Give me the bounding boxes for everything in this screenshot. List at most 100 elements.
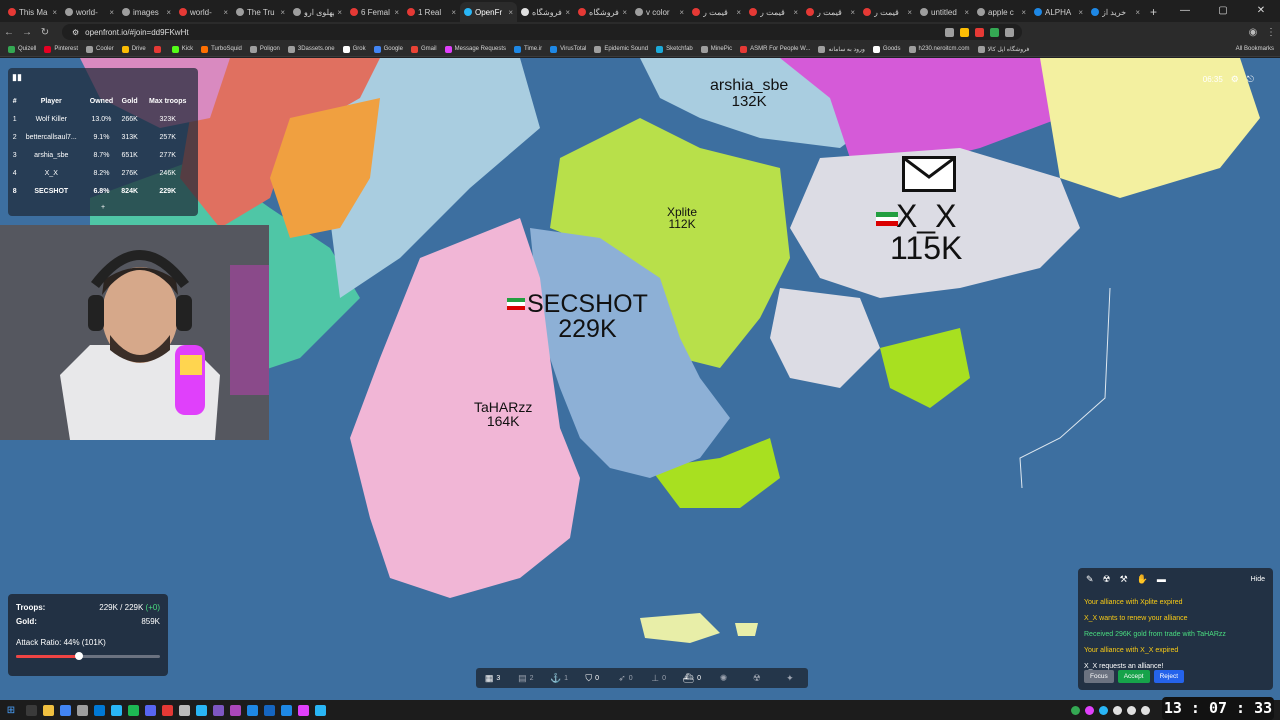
close-window-icon[interactable]: ✕ xyxy=(1242,0,1280,22)
tab-close-icon[interactable]: × xyxy=(166,8,171,17)
search-icon[interactable] xyxy=(26,704,37,716)
nuke-filter-icon[interactable]: ☢ xyxy=(1103,574,1111,585)
leaderboard-expand-button[interactable]: + xyxy=(8,204,198,211)
tab-close-icon[interactable]: × xyxy=(508,8,513,17)
browser-tab[interactable]: world- × xyxy=(61,2,118,22)
windows-start-icon[interactable]: ⊞ xyxy=(0,705,22,716)
leaderboard-row[interactable]: 4 X_X 8.2% 276K 246K xyxy=(12,164,194,182)
leaderboard-row[interactable]: 3 arshia_sbe 8.7% 651K 277K xyxy=(12,146,194,164)
reload-icon[interactable]: ↻ xyxy=(36,27,54,38)
tab-close-icon[interactable]: × xyxy=(223,8,228,17)
tray-icon[interactable] xyxy=(1071,705,1080,715)
tab-close-icon[interactable]: × xyxy=(565,8,570,17)
accept-button[interactable]: Accept xyxy=(1117,670,1150,683)
bookmark-item[interactable] xyxy=(150,45,168,53)
browser-tab[interactable]: فروشگاه × xyxy=(574,2,631,22)
build-button[interactable]: ▤ 2 xyxy=(509,673,542,684)
build-button[interactable]: ☢ xyxy=(742,673,775,684)
bookmark-item[interactable]: Quizell xyxy=(4,45,40,53)
browser-tab[interactable]: This Ma × xyxy=(4,2,61,22)
discord-icon[interactable] xyxy=(145,704,156,716)
tab-close-icon[interactable]: × xyxy=(337,8,342,17)
chrome-icon[interactable] xyxy=(60,704,71,716)
tab-close-icon[interactable]: × xyxy=(280,8,285,17)
tab-close-icon[interactable]: × xyxy=(850,8,855,17)
file-explorer-icon[interactable] xyxy=(43,704,54,716)
bookmark-item[interactable]: Kick xyxy=(168,45,197,53)
build-button[interactable]: ⊥ 0 xyxy=(642,673,675,684)
build-button[interactable]: ✺ xyxy=(708,673,741,684)
event-message[interactable]: Your alliance with X_X expired xyxy=(1084,643,1269,659)
maximize-icon[interactable]: ▢ xyxy=(1204,0,1242,22)
col-player[interactable]: Player xyxy=(17,92,85,110)
bookmark-item[interactable]: Pinterest xyxy=(40,45,82,53)
extension-icon[interactable] xyxy=(1005,27,1014,37)
spotify-icon[interactable] xyxy=(128,704,139,716)
bookmark-item[interactable]: MinePic xyxy=(697,45,736,53)
browser-tab[interactable]: خرید از × xyxy=(1087,2,1144,22)
bookmark-item[interactable]: Gmail xyxy=(407,45,441,53)
tab-close-icon[interactable]: × xyxy=(109,8,114,17)
tab-close-icon[interactable]: × xyxy=(907,8,912,17)
col-max-troops[interactable]: Max troops xyxy=(141,92,194,110)
exit-icon[interactable]: ⎋ xyxy=(1247,74,1254,85)
bookmark-item[interactable]: Drive xyxy=(118,45,150,53)
browser-tab[interactable]: قیمت ر × xyxy=(802,2,859,22)
back-icon[interactable]: ← xyxy=(0,27,18,38)
attack-ratio-slider[interactable] xyxy=(16,652,160,660)
event-message[interactable]: X_X wants to renew your alliance xyxy=(1084,611,1269,627)
tray-icon[interactable] xyxy=(1099,705,1108,715)
browser-tab[interactable]: 6 Femal × xyxy=(346,2,403,22)
browser-tab[interactable]: پهلوی ارو × xyxy=(289,2,346,22)
bookmark-item[interactable]: Message Requests xyxy=(441,45,510,53)
browser-tab[interactable]: untitled × xyxy=(916,2,973,22)
app-icon[interactable] xyxy=(298,704,309,716)
browser-tab[interactable]: The Tru × xyxy=(232,2,289,22)
attack-ratio-knob[interactable] xyxy=(75,652,84,660)
extension-icon[interactable] xyxy=(975,27,984,37)
leaderboard-row[interactable]: 2 bettercallsaul7... 9.1% 313K 257K xyxy=(12,128,194,146)
photoshop-icon[interactable] xyxy=(264,704,275,716)
bookmark-item[interactable]: Cooler xyxy=(82,45,118,53)
bookmark-item[interactable]: Epidemic Sound xyxy=(590,45,652,53)
build-button[interactable]: ⚓ 1 xyxy=(542,673,575,684)
volume-icon[interactable] xyxy=(1141,705,1150,715)
build-button[interactable]: ➶ 0 xyxy=(609,673,642,684)
col-gold[interactable]: Gold xyxy=(118,92,142,110)
leaderboard-toggle-icon[interactable]: ▮▮ xyxy=(12,72,22,83)
browser-tab[interactable]: images × xyxy=(118,2,175,22)
leaderboard-row[interactable]: 1 Wolf Killer 13.0% 266K 323K xyxy=(12,110,194,128)
tab-close-icon[interactable]: × xyxy=(1135,8,1140,17)
app-icon[interactable] xyxy=(94,704,105,716)
bookmark-item[interactable]: TurboSquid xyxy=(197,45,246,53)
bookmark-item[interactable]: h230.neroitcm.com xyxy=(905,45,974,53)
site-info-icon[interactable]: ⚙ xyxy=(72,28,79,37)
bookmark-item[interactable]: ورود به سامانه xyxy=(814,45,868,53)
bookmark-item[interactable]: Poligon xyxy=(246,45,284,53)
browser-tab[interactable]: v color × xyxy=(631,2,688,22)
bookmark-item[interactable]: ASMR For People W... xyxy=(736,45,814,53)
bookmark-item[interactable]: Goods xyxy=(869,45,905,53)
browser-tab[interactable]: قیمت ر × xyxy=(745,2,802,22)
build-button[interactable]: ⛴ 0 xyxy=(675,673,708,684)
tab-close-icon[interactable]: × xyxy=(736,8,741,17)
tab-close-icon[interactable]: × xyxy=(1078,8,1083,17)
tab-close-icon[interactable]: × xyxy=(394,8,399,17)
minimize-icon[interactable]: — xyxy=(1166,0,1204,22)
app-icon[interactable] xyxy=(162,704,173,716)
reject-button[interactable]: Reject xyxy=(1153,670,1185,683)
app-icon[interactable] xyxy=(179,704,190,716)
browser-tab[interactable]: قیمت ر × xyxy=(688,2,745,22)
focus-button[interactable]: Focus xyxy=(1084,670,1114,683)
build-button[interactable]: ✦ xyxy=(775,673,808,684)
browser-tab[interactable]: OpenFr × xyxy=(460,2,517,22)
browser-tab[interactable]: قیمت ر × xyxy=(859,2,916,22)
attack-filter-icon[interactable]: ✎ xyxy=(1086,574,1094,585)
forward-icon[interactable]: → xyxy=(18,27,36,38)
bookmark-item[interactable]: Sketchfab xyxy=(652,45,697,53)
app-icon[interactable] xyxy=(315,704,326,716)
bookmark-item[interactable]: VirusTotal xyxy=(546,45,590,53)
blender-icon[interactable] xyxy=(281,704,292,716)
col-owned[interactable]: Owned xyxy=(85,92,118,110)
event-message[interactable]: Your alliance with Xplite expired xyxy=(1084,595,1269,611)
